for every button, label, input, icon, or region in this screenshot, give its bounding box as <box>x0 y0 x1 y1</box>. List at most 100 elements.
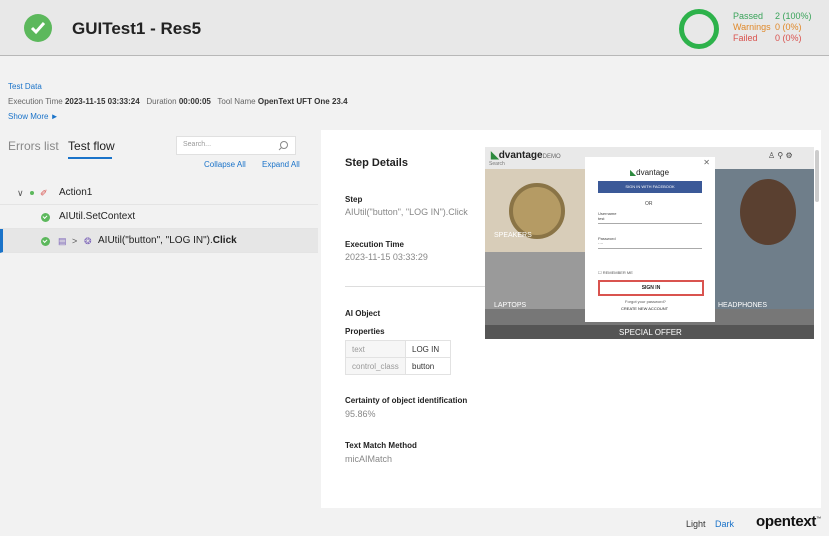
failed-value: 0 (0%) <box>775 33 802 43</box>
tree-node-click-step[interactable]: ▤ > ❂ AIUtil("button", "LOG IN").Click <box>0 229 318 253</box>
signin-button[interactable]: SIGN IN <box>598 280 704 296</box>
status-dot-icon <box>30 191 34 195</box>
divider <box>345 286 490 287</box>
active-tab-indicator <box>68 157 112 159</box>
action-label: Action1 <box>59 187 93 198</box>
screenshot-brand: dvantage <box>498 150 543 161</box>
chevron-right-icon[interactable]: > <box>72 229 77 253</box>
screenshot-search: Search <box>489 161 505 167</box>
match-method-value: micAIMatch <box>345 454 393 464</box>
theme-dark-link[interactable]: Dark <box>715 519 734 529</box>
screenshot-logo: ◣dvantageDEMO <box>491 150 561 161</box>
run-metadata: Test Data Execution Time 2023-11-15 03:3… <box>8 79 348 124</box>
report-header: GUITest1 - Res5 Passed 2 (100%) Warnings 0… <box>0 0 829 56</box>
failed-label: Failed <box>733 33 758 43</box>
ai-object-icon: ❂ <box>84 236 92 246</box>
forgot-password-link[interactable]: Forgot your password? <box>625 299 666 304</box>
certainty-label: Certainty of object identification <box>345 396 468 405</box>
table-row: text LOG IN <box>345 340 451 358</box>
password-field[interactable] <box>598 248 702 249</box>
search-icon <box>278 141 288 151</box>
special-offer-label: SPECIAL OFFER <box>619 328 682 337</box>
properties-label: Properties <box>345 327 385 336</box>
exec-time-label: Execution Time <box>345 240 404 249</box>
show-more-link[interactable]: Show More ► <box>8 112 59 121</box>
click-step-method: Click <box>212 235 237 246</box>
search-placeholder: Search... <box>183 141 212 148</box>
test-data-link[interactable]: Test Data <box>8 82 42 91</box>
check-icon <box>41 213 50 222</box>
headphones-image <box>740 179 796 245</box>
check-icon <box>41 237 50 246</box>
exec-time-value: 2023-11-15 03:33:29 <box>345 252 428 262</box>
signin-label: SIGN IN <box>641 285 661 291</box>
logo-tm: ™ <box>816 516 821 522</box>
step-label: AIUtil.SetContext <box>59 211 136 222</box>
ai-object-label: AI Object <box>345 309 381 318</box>
tree-node-action1[interactable]: ∨ ✐ Action1 <box>0 181 318 205</box>
action-icon: ✐ <box>40 188 48 198</box>
prop-value: button <box>405 357 451 375</box>
table-row: control_class button <box>345 357 451 375</box>
step-details-panel: Step Details Step AIUtil("button", "LOG … <box>321 130 821 508</box>
laptops-label: LAPTOPS <box>494 302 527 309</box>
properties-table: text LOG IN control_class button <box>345 340 451 375</box>
headphones-label: HEADPHONES <box>718 302 768 309</box>
duration-label: Duration <box>146 97 177 106</box>
panel-scrollbar[interactable] <box>815 150 819 202</box>
password-value: ···· <box>598 241 604 246</box>
tree-node-setcontext[interactable]: AIUtil.SetContext <box>0 205 318 229</box>
screenshot-user-icons: ♙ ⚲ ⚙ <box>768 151 793 160</box>
collapse-all-link[interactable]: Collapse All <box>204 160 246 169</box>
click-step-prefix: AIUtil("button", "LOG IN"). <box>98 235 213 246</box>
status-summary: Passed 2 (100%) Warnings 0 (0%) Failed 0 (0… <box>733 11 812 44</box>
match-method-label: Text Match Method <box>345 441 417 450</box>
tab-test-flow[interactable]: Test flow <box>68 139 115 153</box>
prop-key: text <box>345 340 406 358</box>
remember-me-label: REMEMBER ME <box>602 270 633 275</box>
facebook-signin-label: SIGN IN WITH FACEBOOK <box>625 184 675 189</box>
create-account-link[interactable]: CREATE NEW ACCOUNT <box>621 306 668 311</box>
click-step-label: AIUtil("button", "LOG IN").Click <box>98 229 237 253</box>
test-flow-tree: ∨ ✐ Action1 AIUtil.SetContext ▤ > ❂ AIUt… <box>0 181 318 253</box>
passed-value: 2 (100%) <box>775 11 812 21</box>
facebook-signin-button[interactable]: SIGN IN WITH FACEBOOK <box>598 181 702 193</box>
tool-name-label: Tool Name <box>217 97 256 106</box>
certainty-value: 95.86% <box>345 409 376 419</box>
signin-dialog: ✕ ◣dvantage SIGN IN WITH FACEBOOK OR Use… <box>585 157 715 322</box>
exec-time-label: Execution Time <box>8 97 63 106</box>
username-field[interactable] <box>598 223 702 224</box>
dialog-brand: dvantage <box>636 168 670 177</box>
status-ring-icon <box>679 9 719 49</box>
logo-text: opentext <box>756 513 817 530</box>
screenshot-brand-suffix: DEMO <box>542 154 561 160</box>
opentext-logo: opentext™ <box>756 513 821 530</box>
search-input[interactable]: Search... <box>176 136 296 155</box>
speaker-image <box>509 183 565 239</box>
step-value: AIUtil("button", "LOG IN").Click <box>345 207 468 217</box>
theme-light-link[interactable]: Light <box>686 519 706 529</box>
dialog-logo: ◣dvantage <box>630 168 670 177</box>
prop-key: control_class <box>345 357 406 375</box>
tool-name-value: OpenText UFT One 23.4 <box>257 97 348 106</box>
report-title: GUITest1 - Res5 <box>72 19 202 38</box>
username-value: test <box>598 216 605 221</box>
screenshot-icon: ▤ <box>58 236 67 246</box>
check-circle-icon <box>24 14 52 42</box>
step-details-title: Step Details <box>345 157 408 169</box>
speakers-label: SPEAKERS <box>494 232 532 239</box>
exec-time-value: 2023-11-15 03:33:24 <box>64 97 140 106</box>
close-icon[interactable]: ✕ <box>703 158 710 167</box>
expand-all-link[interactable]: Expand All <box>262 160 300 169</box>
step-screenshot[interactable]: ◣dvantageDEMO Search ♙ ⚲ ⚙ SPEAKERS LAPT… <box>485 147 814 339</box>
warnings-label: Warnings <box>733 22 771 32</box>
view-tabs: Errors list Test flow <box>8 139 121 153</box>
laptops-tile <box>485 252 585 309</box>
step-label: Step <box>345 195 363 204</box>
remember-me[interactable]: ☐ REMEMBER ME <box>598 270 633 275</box>
tab-errors-list[interactable]: Errors list <box>8 139 59 153</box>
prop-value: LOG IN <box>405 340 451 358</box>
duration-value: 00:00:05 <box>178 97 211 106</box>
chevron-down-icon[interactable]: ∨ <box>17 181 24 205</box>
warnings-value: 0 (0%) <box>775 22 802 32</box>
